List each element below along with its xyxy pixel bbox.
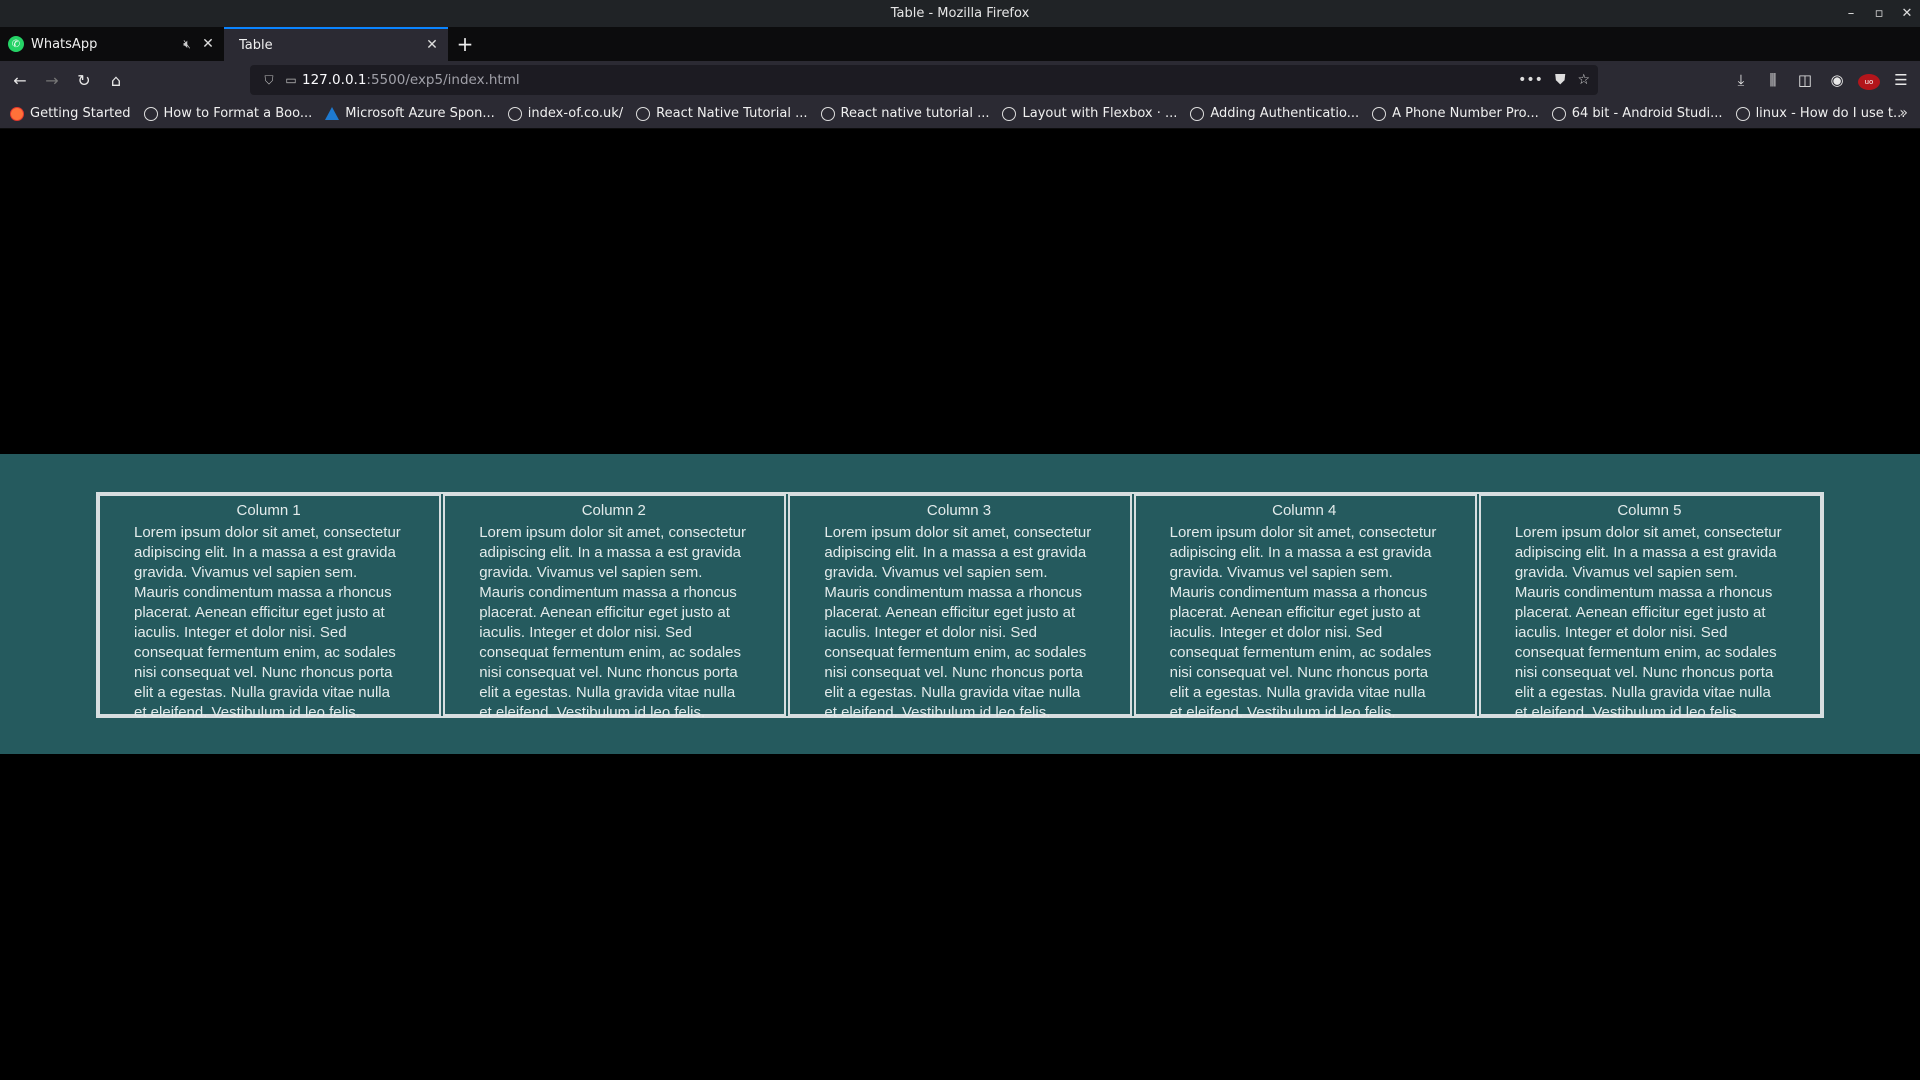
globe-icon [1002,106,1017,121]
navigation-toolbar: ← → ↻ ⌂ ⛉ ▭ 127.0.0.1:5500/exp5/index.ht… [0,61,1920,99]
column-text: Lorem ipsum dolor sit amet, consectetur … [1514,524,1782,721]
azure-icon [325,107,340,120]
arrow-left-icon: ← [13,70,27,90]
address-bar[interactable]: ⛉ ▭ 127.0.0.1:5500/exp5/index.html ••• ⛊… [250,65,1598,95]
bookmark-label: React native tutorial ... [840,106,990,121]
tab-bar: ✆ WhatsApp 🔇︎ ✕ Table ✕ + [0,27,1920,61]
bookmark-item[interactable]: Getting Started [10,106,131,121]
url-path: :5500/exp5/index.html [366,72,520,88]
bookmark-item[interactable]: React Native Tutorial ... [636,106,808,121]
bookmark-label: Microsoft Azure Spon... [345,106,495,121]
sidebar-icon[interactable]: ◫ [1794,71,1816,89]
arrow-right-icon: → [45,70,59,90]
globe-icon [1551,106,1566,121]
maximize-button[interactable]: ▫ [1872,6,1886,21]
reload-button[interactable]: ↻ [68,64,100,96]
bookmark-item[interactable]: Adding Authenticatio... [1190,106,1359,121]
forward-button[interactable]: → [36,64,68,96]
bookmark-item[interactable]: Layout with Flexbox · ... [1002,106,1177,121]
table-column: Column 1 Lorem ipsum dolor sit amet, con… [98,494,442,721]
window-controls: – ▫ ✕ [1844,0,1914,27]
new-tab-button[interactable]: + [448,27,482,61]
toolbar-right: ⤓ ⫼ ◫ ◉ uo ☰ [1730,64,1912,96]
ublock-icon[interactable]: uo [1858,70,1880,90]
columns-table: Column 1 Lorem ipsum dolor sit amet, con… [96,492,1824,721]
globe-icon [1372,106,1387,121]
address-bar-actions: ••• ⛊ ☆ [1518,72,1590,88]
column-header: Column 2 [581,502,646,519]
home-icon: ⌂ [110,70,122,90]
page-actions-icon[interactable]: ••• [1518,72,1543,88]
bookmark-item[interactable]: linux - How do I use t... [1735,106,1906,121]
chevron-double-right-icon[interactable]: » [1899,105,1908,121]
tab-whatsapp[interactable]: ✆ WhatsApp 🔇︎ ✕ [0,27,224,61]
globe-icon [143,106,158,121]
window-title: Table - Mozilla Firefox [890,6,1030,21]
window-titlebar: Table - Mozilla Firefox – ▫ ✕ [0,0,1920,27]
whatsapp-icon: ✆ [8,36,24,52]
bookmark-item[interactable]: How to Format a Boo... [143,106,313,121]
bookmark-item[interactable]: React native tutorial ... [820,106,990,121]
page-icon[interactable]: ▭ [280,73,302,87]
tab-label: Table [239,37,273,53]
url-host: 127.0.0.1 [302,72,367,88]
library-icon[interactable]: ⫼ [1762,71,1784,89]
reload-icon: ↻ [77,70,91,90]
table-section: Column 1 Lorem ipsum dolor sit amet, con… [0,454,1920,754]
bookmark-label: How to Format a Boo... [163,106,313,121]
bookmark-label: index-of.co.uk/ [527,106,624,121]
menu-icon[interactable]: ☰ [1890,71,1912,89]
bookmark-label: linux - How do I use t... [1755,106,1906,121]
column-header: Column 1 [236,502,301,519]
column-header: Column 4 [1272,502,1337,519]
home-button[interactable]: ⌂ [100,64,132,96]
bookmark-label: A Phone Number Pro... [1392,106,1539,121]
page-viewport: Column 1 Lorem ipsum dolor sit amet, con… [0,129,1920,1080]
globe-icon [636,106,651,121]
column-text: Lorem ipsum dolor sit amet, consectetur … [134,524,401,721]
close-tab-icon[interactable]: ✕ [200,36,216,52]
close-window-button[interactable]: ✕ [1900,6,1914,21]
shield-icon[interactable]: ⛉ [258,73,280,88]
bookmark-label: Adding Authenticatio... [1210,106,1360,121]
tab-label: WhatsApp [31,36,98,52]
bookmark-label: 64 bit - Android Studi... [1571,106,1723,121]
bookmark-label: Layout with Flexbox · ... [1022,106,1178,121]
column-text: Lorem ipsum dolor sit amet, consectetur … [824,524,1092,721]
column-text: Lorem ipsum dolor sit amet, consectetur … [1169,524,1437,721]
muted-speaker-icon[interactable]: 🔇︎ [178,37,196,52]
table-column: Column 4 Lorem ipsum dolor sit amet, con… [1133,494,1477,721]
firefox-icon [10,106,24,121]
globe-icon [820,106,835,121]
table-column: Column 3 Lorem ipsum dolor sit amet, con… [788,494,1132,721]
bookmark-label: Getting Started [30,106,131,121]
pocket-icon[interactable]: ⛊ [1555,72,1566,88]
table-column: Column 2 Lorem ipsum dolor sit amet, con… [443,494,787,721]
download-icon[interactable]: ⤓ [1730,71,1752,89]
table-column: Column 5 Lorem ipsum dolor sit amet, con… [1478,494,1823,721]
bookmark-label: React Native Tutorial ... [656,106,808,121]
bookmark-item[interactable]: index-of.co.uk/ [507,106,624,121]
bookmark-item[interactable]: 64 bit - Android Studi... [1551,106,1723,121]
bookmarks-toolbar: Getting Started How to Format a Boo... M… [0,99,1920,129]
star-bookmark-icon[interactable]: ☆ [1577,72,1590,88]
globe-icon [1735,106,1750,121]
extension-icon[interactable]: ◉ [1826,71,1848,89]
globe-icon [507,106,522,121]
bookmark-item[interactable]: Microsoft Azure Spon... [325,106,495,121]
column-header: Column 5 [1617,502,1682,519]
close-tab-icon[interactable]: ✕ [424,37,440,53]
column-text: Lorem ipsum dolor sit amet, consectetur … [479,524,746,721]
column-header: Column 3 [926,502,992,519]
bookmark-item[interactable]: A Phone Number Pro... [1372,106,1539,121]
tab-table[interactable]: Table ✕ [224,27,448,61]
back-button[interactable]: ← [4,64,36,96]
globe-icon [1190,106,1205,121]
minimize-button[interactable]: – [1844,6,1858,21]
